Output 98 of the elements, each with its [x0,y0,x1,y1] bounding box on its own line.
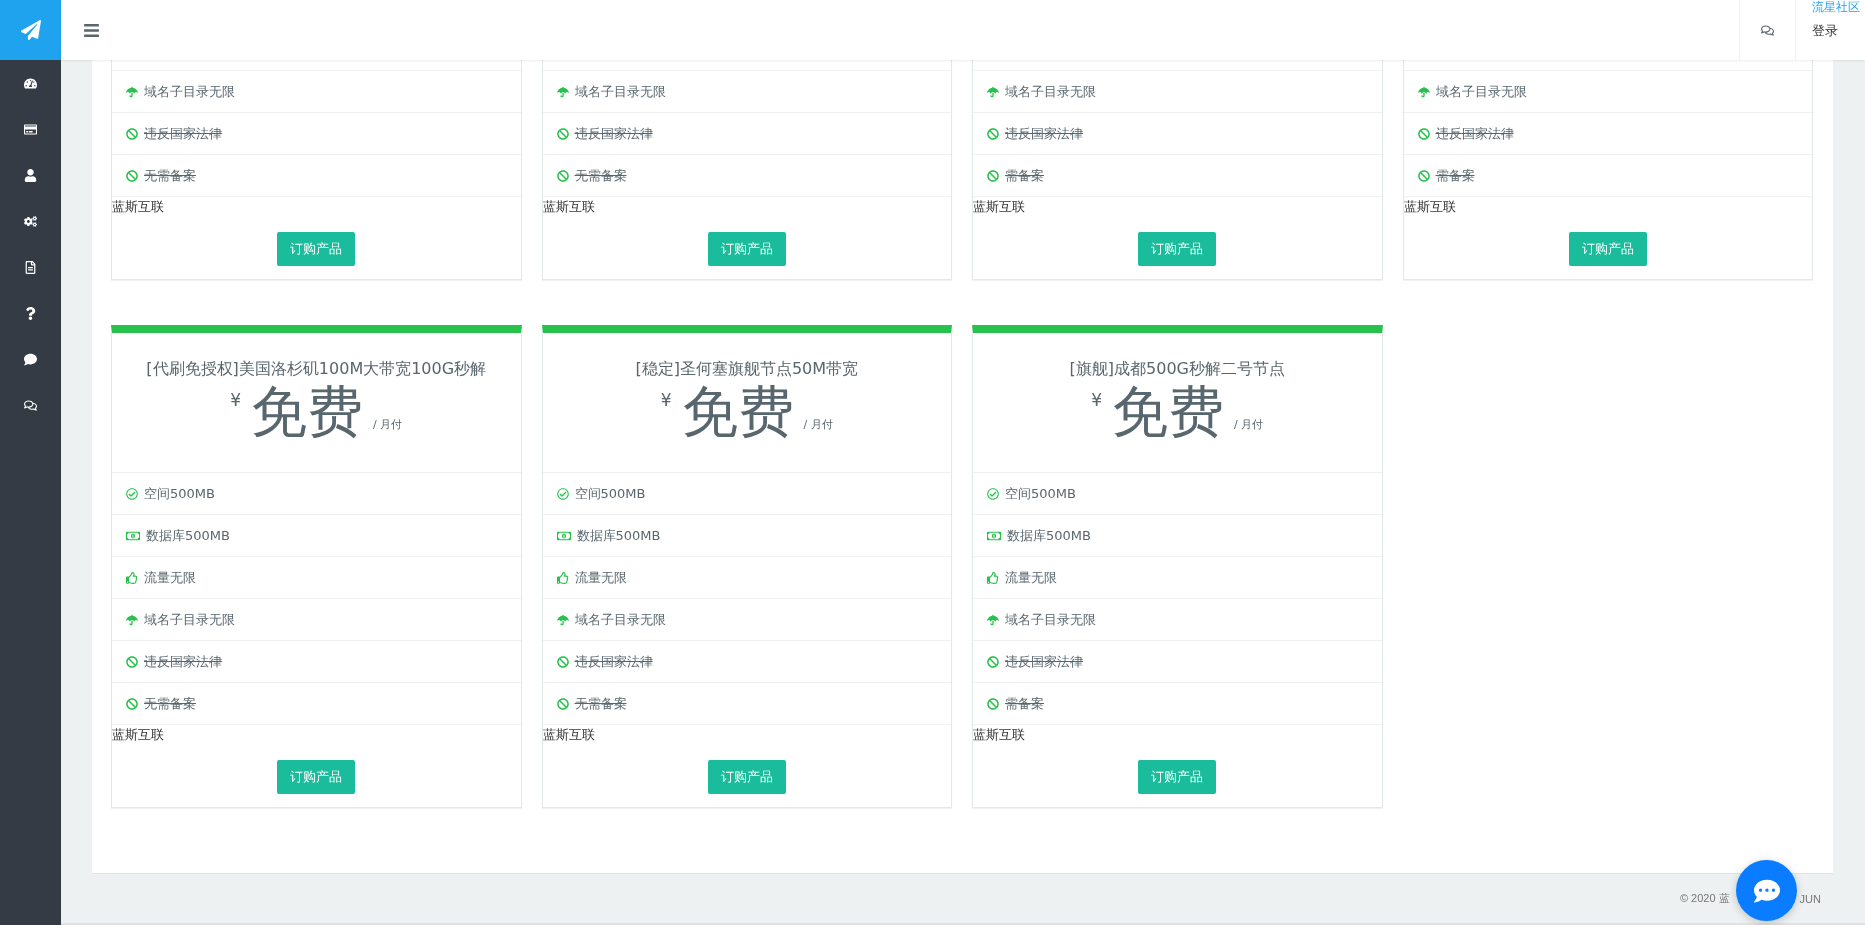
feature-text: 违反国家法律 [1005,124,1083,143]
ban-icon [987,127,999,140]
copyright-text: JUN [1799,892,1821,905]
thumbs-up-icon [126,571,138,584]
feature-text: 无需备案 [144,694,196,713]
plan-price: 免费 [251,382,364,442]
thumbs-up-icon [556,571,569,584]
feature-text: 域名子目录无限 [1005,82,1096,101]
ban-icon [987,697,999,710]
plan-title: [稳定]圣何塞旗舰节点50M带宽 [634,358,860,380]
order-button[interactable]: 订购产品 [707,760,786,794]
umbrella-icon [987,613,999,626]
ban-icon [556,127,569,140]
ban-icon [556,169,569,182]
feature-text: 域名子目录无限 [144,82,235,101]
umbrella-icon [126,85,138,98]
umbrella-icon [126,613,138,626]
ban-icon [126,127,138,140]
ban-icon [126,697,138,710]
currency-sign: ¥ [660,390,672,410]
feature-text: 空间500MB [574,484,646,503]
currency-sign: ¥ [230,390,242,410]
ban-icon [1417,127,1430,140]
feature-text: 违反国家法律 [144,124,222,143]
paper-plane-icon [20,20,41,40]
plan-price: 免费 [1112,382,1225,442]
chat-bubbles-icon[interactable] [24,398,37,412]
billing-period: / 月付 [1234,417,1264,432]
plan-title: [代刷免授权]美国洛杉矶100M大带宽100G秒解 [145,358,488,380]
feature-text: 需备案 [1005,166,1044,185]
feature-text: 违反国家法律 [1435,124,1514,143]
ban-icon [126,169,138,182]
feature-text: 无需备案 [574,694,627,713]
thumbs-up-icon [987,571,999,584]
feature-text: 流量无限 [144,568,196,587]
umbrella-icon [556,613,569,626]
billing-period: / 月付 [373,417,403,432]
feature-text: 数据库500MB [1007,526,1091,545]
ban-icon [1417,169,1430,182]
order-button[interactable]: 订购产品 [1568,232,1647,266]
feature-text: 流量无限 [574,568,627,587]
chat-bubbles-icon[interactable] [1761,23,1774,37]
order-button[interactable]: 订购产品 [707,232,786,266]
feature-text: 域名子目录无限 [574,82,666,101]
speech-bubble-icon[interactable] [24,352,37,366]
vendor-name: 蓝斯互联 [112,726,165,744]
vendor-name: 蓝斯互联 [542,198,596,216]
feature-text: 无需备案 [574,166,627,185]
question-icon[interactable] [24,306,37,320]
umbrella-icon [987,85,999,98]
login-link[interactable]: 登录 [1812,22,1838,40]
document-icon[interactable] [24,260,37,274]
vendor-name: 蓝斯互联 [112,198,165,216]
feature-text: 违反国家法律 [144,652,222,671]
feature-text: 空间500MB [1005,484,1076,503]
order-button[interactable]: 订购产品 [1138,760,1217,794]
vendor-name: 蓝斯互联 [542,726,596,744]
copyright-text: © 2020 蓝 [1679,891,1730,906]
vendor-name: 蓝斯互联 [1403,198,1457,216]
feature-text: 违反国家法律 [574,124,653,143]
vendor-name: 蓝斯互联 [973,198,1026,216]
currency-sign: ¥ [1091,390,1103,410]
order-button[interactable]: 订购产品 [1138,232,1217,266]
feature-text: 无需备案 [144,166,196,185]
umbrella-icon [1417,85,1430,98]
ban-icon [987,169,999,182]
dashboard-icon[interactable] [24,76,37,90]
ban-icon [556,655,569,668]
feature-text: 需备案 [1005,694,1044,713]
feature-text: 违反国家法律 [574,652,653,671]
community-link[interactable]: 流星社区 [1812,0,1860,14]
feature-text: 流量无限 [1005,568,1057,587]
feature-text: 域名子目录无限 [144,610,235,629]
order-button[interactable]: 订购产品 [277,232,356,266]
credit-card-icon[interactable] [24,122,37,136]
feature-text: 需备案 [1435,166,1475,185]
feature-text: 域名子目录无限 [574,610,666,629]
ban-icon [556,697,569,710]
vendor-name: 蓝斯互联 [973,726,1026,744]
chat-icon [1753,877,1780,904]
order-button[interactable]: 订购产品 [277,760,356,794]
plan-title: [旗舰]成都500G秒解二号节点 [1068,358,1286,380]
user-icon[interactable] [24,168,37,182]
feature-text: 违反国家法律 [1005,652,1083,671]
feature-text: 域名子目录无限 [1005,610,1096,629]
ban-icon [126,655,138,668]
logo-tile[interactable] [0,0,61,60]
feature-text: 空间500MB [144,484,215,503]
feature-text: 数据库500MB [146,526,230,545]
chat-button[interactable] [1736,860,1797,921]
gears-icon[interactable] [24,214,37,228]
menu-icon[interactable] [82,21,100,39]
plan-price: 免费 [681,382,794,442]
ban-icon [987,655,999,668]
billing-period: / 月付 [803,417,833,432]
feature-text: 域名子目录无限 [1435,82,1527,101]
feature-text: 数据库500MB [576,526,661,545]
umbrella-icon [556,85,569,98]
